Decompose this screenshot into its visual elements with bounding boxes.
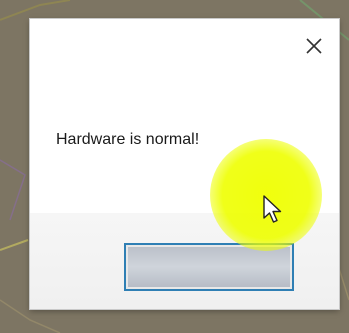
ok-button[interactable]	[124, 243, 294, 291]
dialog-message: Hardware is normal!	[56, 131, 200, 148]
close-icon	[306, 38, 322, 54]
close-button[interactable]	[301, 33, 327, 59]
dialog-footer	[30, 213, 339, 309]
message-dialog: Hardware is normal!	[30, 19, 339, 309]
desktop-background: Hardware is normal!	[0, 0, 349, 333]
